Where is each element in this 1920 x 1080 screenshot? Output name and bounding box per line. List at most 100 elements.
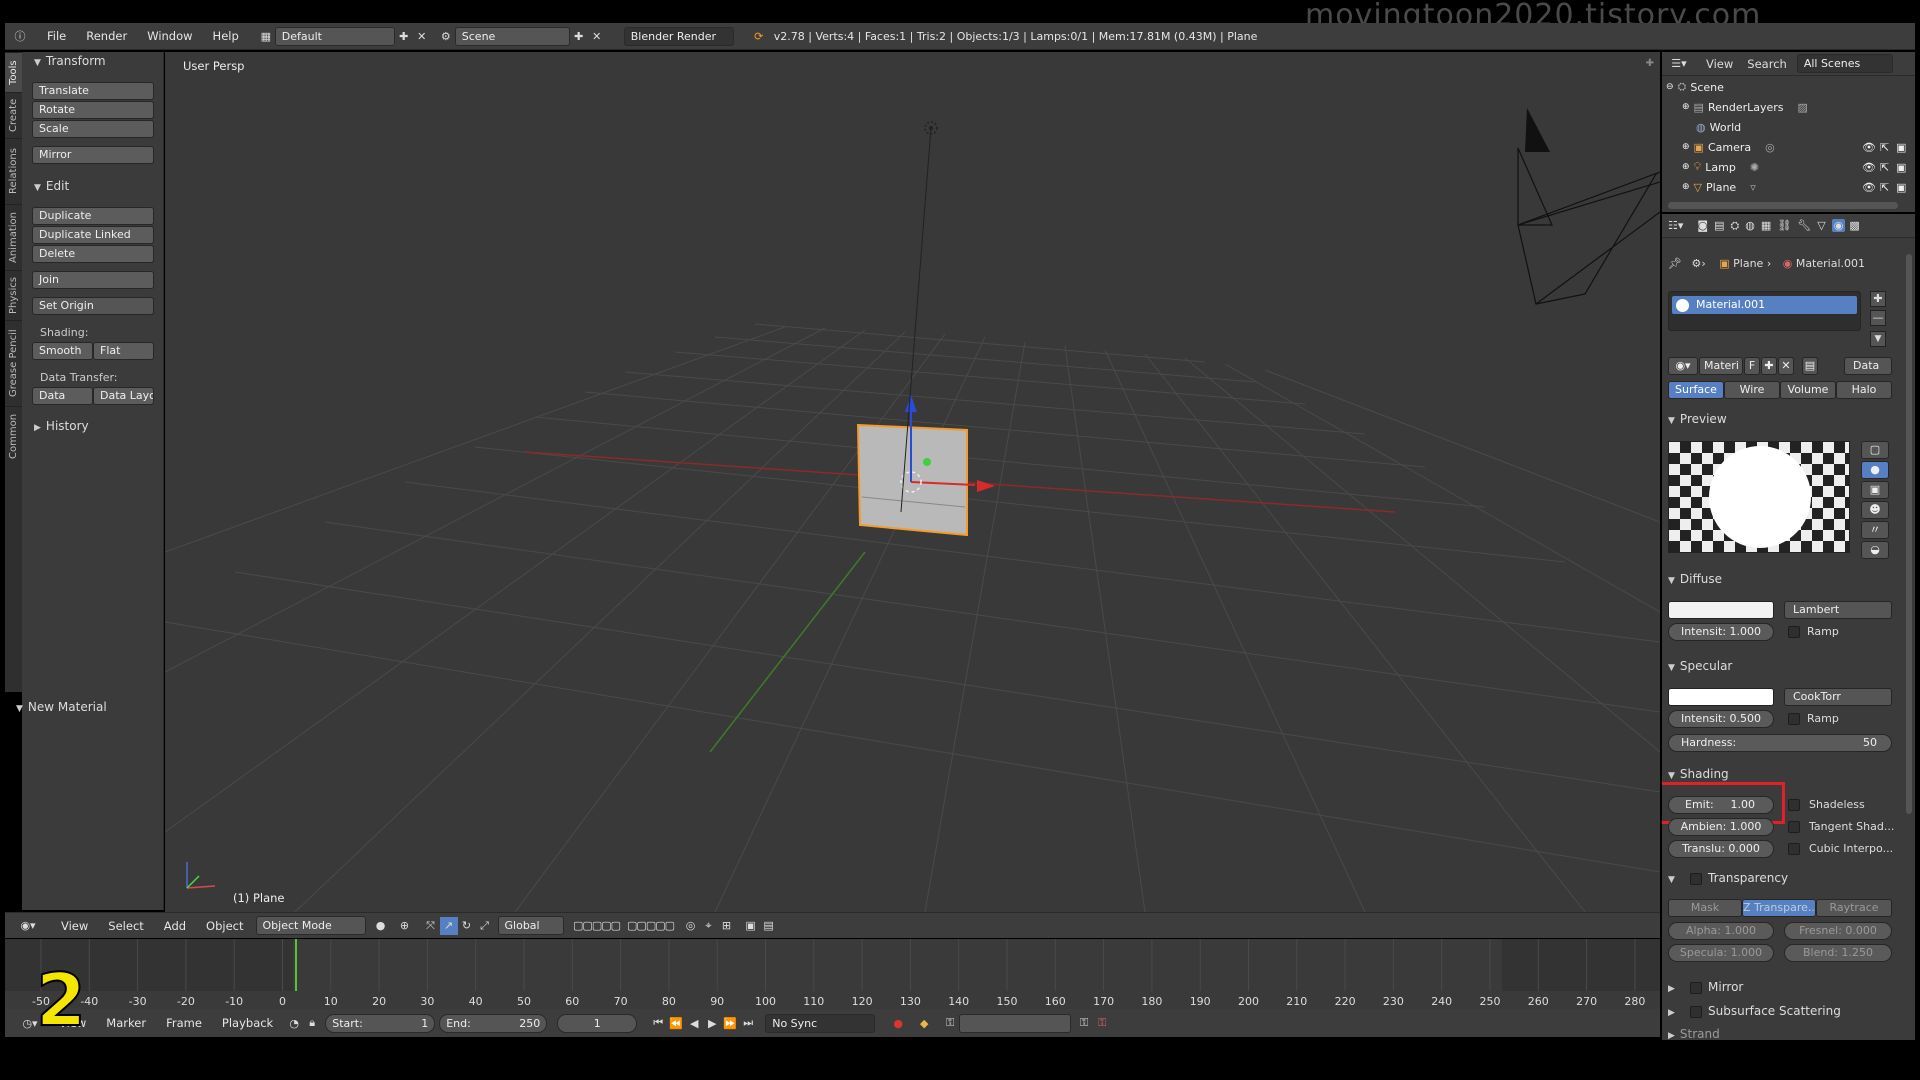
world-tab-icon[interactable]: ◍	[1745, 219, 1755, 232]
expand-icon[interactable]: ⊕	[1682, 142, 1690, 152]
remove-slot-button[interactable]: —	[1870, 310, 1886, 326]
add-scene-icon[interactable]: ✚	[570, 27, 588, 45]
hardness-field[interactable]: Hardness: 50	[1668, 734, 1892, 752]
render-engine-select[interactable]: Blender Render	[623, 26, 734, 46]
strand-panel-header[interactable]: ▶ Strand	[1668, 1027, 1720, 1040]
snap-icon[interactable]: ⌖	[700, 917, 718, 935]
preview-range-icon[interactable]: ◔	[285, 1014, 303, 1032]
data-layout-button[interactable]: Data Layo	[93, 387, 154, 405]
opengl-anim-icon[interactable]: ▤	[760, 917, 778, 935]
pin-icon[interactable]: 📌︎	[1668, 257, 1682, 270]
renderlayers-tab-icon[interactable]: ▤	[1714, 219, 1724, 232]
menu-playback[interactable]: Playback	[212, 1016, 283, 1030]
transparency-checkbox[interactable]	[1690, 873, 1702, 885]
shading-mode-icon[interactable]: ●	[372, 917, 390, 935]
diffuse-color-swatch[interactable]	[1668, 601, 1774, 619]
sss-checkbox[interactable]	[1690, 1006, 1702, 1018]
3d-viewport[interactable]: User Persp (1) Plane ✚	[165, 52, 1660, 912]
tab-common[interactable]: Common	[5, 406, 22, 466]
add-layout-icon[interactable]: ✚	[395, 27, 413, 45]
play-icon[interactable]: ▶	[703, 1014, 721, 1032]
smooth-button[interactable]: Smooth	[32, 342, 93, 360]
outliner-scrollbar[interactable]	[1668, 202, 1898, 209]
slot-specials-button[interactable]: ▼	[1870, 331, 1886, 347]
outliner-item-renderlayers[interactable]: ⊕ ▤ RenderLayers ▨	[1662, 97, 1915, 117]
new-material-panel-header[interactable]: ▼ New Material	[16, 700, 107, 714]
outliner-editor-icon[interactable]: ☰▾	[1666, 55, 1692, 73]
shading-panel-header[interactable]: ▼ Shading	[1668, 767, 1729, 781]
scale-button[interactable]: Scale	[32, 120, 154, 138]
preview-cube-button[interactable]: ▣	[1861, 481, 1889, 499]
fresnel-field[interactable]: Fresnel: 0.000	[1784, 922, 1892, 940]
menu-marker[interactable]: Marker	[96, 1016, 156, 1030]
material-name-field[interactable]: Materi	[1699, 357, 1743, 375]
tab-relations[interactable]: Relations	[5, 138, 22, 204]
menu-object[interactable]: Object	[196, 919, 253, 933]
texture-tab-icon[interactable]: ▩	[1849, 219, 1859, 232]
orientation-select[interactable]: Global	[497, 916, 564, 935]
translate-manipulator-icon[interactable]: ↗	[439, 916, 458, 935]
specular-panel-header[interactable]: ▼ Specular	[1668, 659, 1732, 673]
menu-add[interactable]: Add	[154, 919, 196, 933]
menu-frame[interactable]: Frame	[156, 1016, 212, 1030]
trans-mode-raytrace[interactable]: Raytrace	[1816, 899, 1892, 917]
tab-animation[interactable]: Animation	[5, 204, 22, 270]
blend-field[interactable]: Blend: 1.250	[1784, 944, 1892, 962]
transparency-panel-header[interactable]: ▼	[1668, 871, 1680, 885]
manipulator-toggle-icon[interactable]: ⤧	[422, 917, 440, 935]
rotate-manipulator-icon[interactable]: ↻	[458, 917, 476, 935]
insert-key-icon[interactable]: ⚿	[1075, 1014, 1093, 1032]
delete-button[interactable]: Delete	[32, 245, 154, 263]
tab-volume[interactable]: Volume	[1780, 381, 1836, 399]
menu-window[interactable]: Window	[137, 29, 202, 43]
tab-tools[interactable]: Tools	[5, 52, 22, 92]
sync-select[interactable]: No Sync	[765, 1013, 876, 1033]
diffuse-panel-header[interactable]: ▼ Diffuse	[1668, 572, 1722, 586]
mode-select[interactable]: Object Mode	[255, 916, 366, 935]
modifiers-tab-icon[interactable]: 🔧︎	[1797, 219, 1811, 232]
set-origin-select[interactable]: Set Origin	[32, 297, 154, 315]
sss-panel-header[interactable]: ▶	[1668, 1004, 1680, 1018]
menu-view[interactable]: View	[51, 919, 98, 933]
specular-ramp-checkbox[interactable]	[1788, 713, 1800, 725]
expand-icon[interactable]: ⊖	[1666, 82, 1674, 92]
jump-start-icon[interactable]: ⏮	[649, 1014, 667, 1032]
material-slots-list[interactable]: Material.001	[1668, 291, 1861, 331]
flat-button[interactable]: Flat	[93, 342, 154, 360]
render-camera-icon[interactable]: ▣	[1896, 161, 1906, 174]
start-frame-field[interactable]: Start: 1	[325, 1013, 436, 1033]
editor-type-icon[interactable]: ◉▾	[15, 917, 41, 935]
pivot-icon[interactable]: ⊕	[396, 917, 414, 935]
remove-layout-icon[interactable]: ✕	[413, 27, 431, 45]
snap-target-icon[interactable]: ⊞	[718, 917, 736, 935]
opengl-render-icon[interactable]: ▣	[742, 917, 760, 935]
outliner-filter-select[interactable]: All Scenes	[1796, 54, 1893, 73]
specular-intensity-field[interactable]: Intensit: 0.500	[1668, 710, 1774, 728]
prev-key-icon[interactable]: ⏪	[667, 1014, 685, 1032]
preview-flat-button[interactable]: ▢	[1861, 441, 1889, 459]
outliner-item-lamp[interactable]: ⊕ 💡︎ Lamp ✺ 👁︎ ⇱ ▣	[1662, 157, 1915, 177]
ambient-field[interactable]: Ambien: 1.000	[1668, 818, 1774, 836]
duplicate-linked-button[interactable]: Duplicate Linked	[32, 226, 154, 244]
proportional-edit-icon[interactable]: ◎	[682, 917, 700, 935]
menu-help[interactable]: Help	[203, 29, 249, 43]
lock-range-icon[interactable]: 🔒︎	[303, 1014, 321, 1032]
join-button[interactable]: Join	[32, 271, 154, 289]
material-tab-icon[interactable]: ◉	[1831, 219, 1846, 232]
timeline[interactable]: -50 -40 -30 -20 -10 0 10 20 30 40 50 60 70 80 90 100 110…	[5, 939, 1660, 1009]
specular-trans-field[interactable]: Specula: 1.000	[1668, 944, 1774, 962]
expand-icon[interactable]: ⊕	[1682, 102, 1690, 112]
keyframe-icon[interactable]: ◆	[915, 1014, 933, 1032]
visibility-eye-icon[interactable]: 👁︎	[1862, 161, 1876, 174]
material-slot-selected[interactable]: Material.001	[1672, 296, 1857, 314]
duplicate-button[interactable]: Duplicate	[32, 207, 154, 225]
outliner-item-scene[interactable]: ⊖ ⛭ Scene	[1662, 77, 1915, 97]
tangent-shading-checkbox[interactable]	[1788, 821, 1800, 833]
tab-physics[interactable]: Physics	[5, 270, 22, 320]
visibility-eye-icon[interactable]: 👁︎	[1862, 141, 1876, 154]
diffuse-intensity-field[interactable]: Intensit: 1.000	[1668, 623, 1774, 641]
data-button[interactable]: Data	[32, 387, 93, 405]
record-icon[interactable]: ●	[889, 1014, 907, 1032]
diffuse-shader-select[interactable]: Lambert	[1784, 601, 1892, 619]
preview-hair-button[interactable]: 〃	[1861, 521, 1889, 539]
